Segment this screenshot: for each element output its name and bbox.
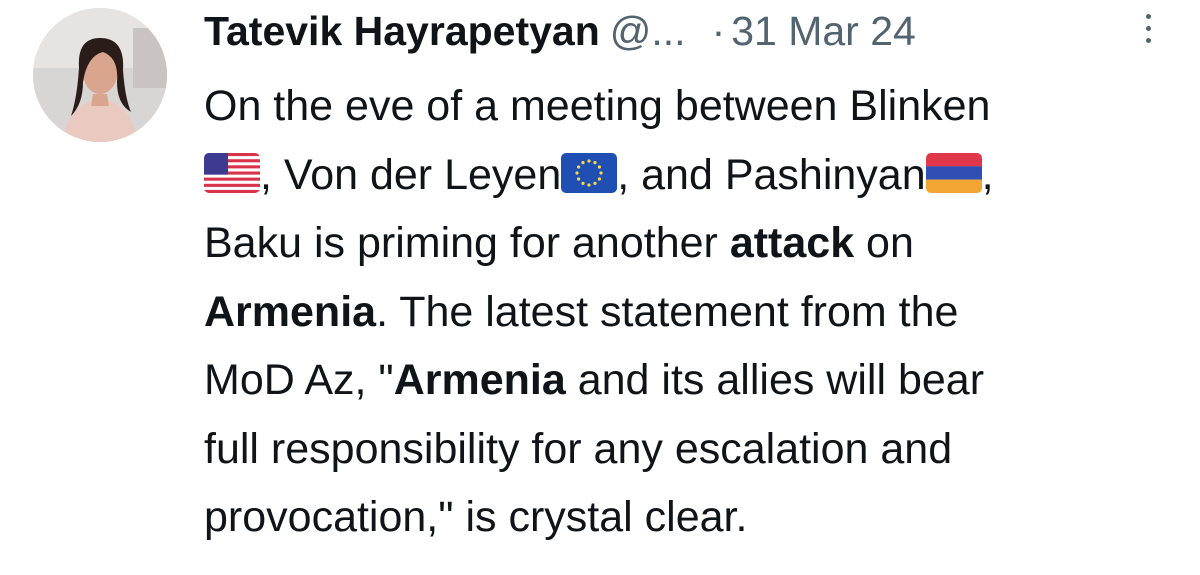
tweet-line: full responsibility for any escalation a…: [204, 415, 1184, 484]
tweet-line: On the eve of a meeting between Blinken: [204, 72, 1184, 141]
text-run: , and Pashinyan: [617, 150, 926, 199]
tweet[interactable]: Tatevik Hayrapetyan @... · 31 Mar 24 On the…: [0, 0, 1200, 575]
tweet-text: On the eve of a meeting between Blinken …: [204, 72, 1184, 552]
bold-text: Armenia: [393, 356, 566, 404]
text-run: ,: [981, 150, 994, 199]
separator-dot: ·: [711, 8, 726, 54]
more-dot: [1145, 38, 1151, 43]
more-icon[interactable]: [1140, 14, 1156, 56]
text-run: full responsibility for any escalation a…: [204, 424, 953, 473]
flag-eu-icon: [561, 152, 618, 193]
text-run: Baku is priming for another: [204, 219, 730, 267]
text-run: MoD Az, ": [204, 356, 394, 404]
tweet-date[interactable]: 31 Mar 24: [731, 8, 916, 54]
avatar-photo: [33, 8, 167, 142]
author-handle[interactable]: @...: [610, 8, 686, 54]
text-run: on: [854, 219, 914, 267]
text-run: , Von der Leyen: [260, 150, 562, 199]
avatar[interactable]: [33, 8, 167, 142]
flag-us-icon: [204, 152, 260, 193]
tweet-line: Baku is priming for another attack on: [204, 209, 1184, 278]
tweet-line: provocation," is crystal clear.: [204, 483, 1184, 552]
tweet-line: MoD Az, "Armenia and its allies will bea…: [204, 346, 1184, 415]
text-run: On the eve of a meeting between Blinken: [204, 82, 991, 130]
tweet-line: Armenia. The latest statement from the: [204, 278, 1184, 347]
flag-am-icon: [925, 152, 982, 193]
bold-text: attack: [729, 219, 855, 267]
more-dot: [1145, 14, 1151, 19]
text-run: provocation," is crystal clear.: [204, 493, 748, 541]
text-run: and its allies will bear: [565, 356, 985, 404]
author-name[interactable]: Tatevik Hayrapetyan: [204, 8, 600, 54]
tweet-header: Tatevik Hayrapetyan @... · 31 Mar 24: [204, 6, 1164, 56]
tweet-line: , Von der Leyen , and Pashinyan ,: [204, 141, 1184, 210]
text-run: . The latest statement from the: [376, 287, 959, 336]
more-dot: [1145, 26, 1151, 31]
bold-text: Armenia: [204, 287, 377, 336]
